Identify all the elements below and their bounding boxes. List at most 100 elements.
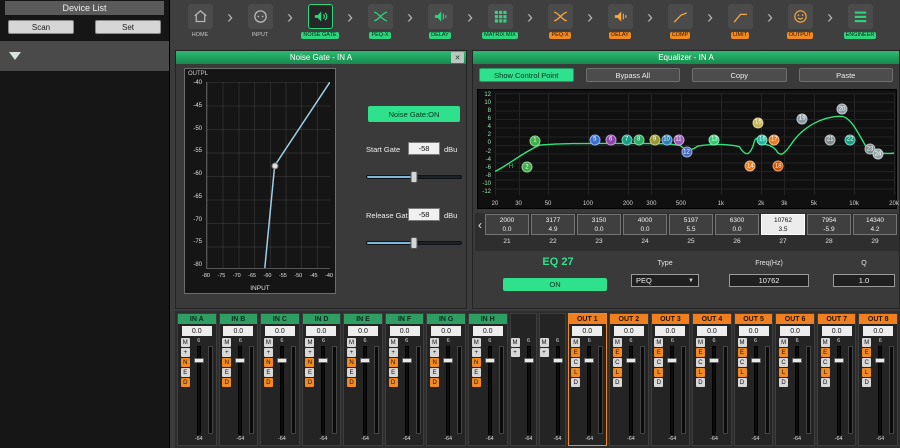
eq-band-box[interactable]: 143404.2 <box>853 214 897 235</box>
band-prev-arrow[interactable]: ‹ <box>475 214 485 235</box>
fader-track[interactable] <box>587 346 591 435</box>
fader-handle[interactable] <box>235 358 245 363</box>
eq-band[interactable]: 7954-5.928 <box>807 214 851 245</box>
channel-btn-e[interactable]: E <box>389 368 398 377</box>
fader-track[interactable] <box>712 346 716 435</box>
channel-btn-m[interactable]: M <box>347 338 356 347</box>
eq-point-12[interactable]: 12 <box>681 147 692 158</box>
channel-gain-value[interactable]: 0.0 <box>348 326 378 336</box>
fader-handle[interactable] <box>443 358 453 363</box>
fader-track[interactable] <box>527 346 531 435</box>
channel-btn-d[interactable]: D <box>264 378 273 387</box>
channel-btn-e[interactable]: E <box>862 348 871 357</box>
channel-label[interactable]: IN D <box>303 314 341 324</box>
fader-track[interactable] <box>754 346 758 435</box>
channel-gain-value[interactable]: 0.0 <box>697 326 727 336</box>
channel-gain-value[interactable]: 0.0 <box>223 326 253 336</box>
channel-btn-n[interactable]: N <box>472 358 481 367</box>
eq-band[interactable]: 31774.922 <box>531 214 575 245</box>
fader-handle[interactable] <box>667 358 677 363</box>
eq-point-17[interactable]: 17 <box>769 134 780 145</box>
eq-point-15[interactable]: 15 <box>753 117 764 128</box>
fader-handle[interactable] <box>194 358 204 363</box>
channel-gain-value[interactable]: 0.0 <box>473 326 503 336</box>
channel-btn-plus[interactable]: + <box>264 348 273 357</box>
channel-btn-m[interactable]: M <box>654 338 663 347</box>
eq-point-19[interactable]: 19 <box>797 113 808 124</box>
channel-btn-plus[interactable]: + <box>305 348 314 357</box>
eq-point-14[interactable]: 14 <box>745 161 756 172</box>
channel-btn-n[interactable]: N <box>430 358 439 367</box>
device-tree-header[interactable] <box>0 41 169 71</box>
fader-handle[interactable] <box>834 358 844 363</box>
eq-band-box[interactable]: 31500.0 <box>577 214 621 235</box>
toolbar-item-input[interactable]: INPUT <box>236 4 284 39</box>
channel-btn-e[interactable]: E <box>430 368 439 377</box>
toolbar-item-delay-output[interactable]: DELAY <box>596 4 644 39</box>
channel-btn-c[interactable]: C <box>779 358 788 367</box>
channel-label[interactable]: IN G <box>427 314 465 324</box>
channel-btn-d[interactable]: D <box>613 378 622 387</box>
fader-track[interactable] <box>795 346 799 435</box>
release-gate-value[interactable]: -58 <box>408 208 440 221</box>
channel-gain-value[interactable]: 0.0 <box>431 326 461 336</box>
eq-point-11[interactable]: 11 <box>673 134 684 145</box>
channel-btn-m[interactable]: M <box>779 338 788 347</box>
channel-label[interactable]: OUT 4 <box>693 314 731 324</box>
fader-handle[interactable] <box>626 358 636 363</box>
fader-handle[interactable] <box>751 358 761 363</box>
gate-knee-marker[interactable] <box>271 162 278 169</box>
fader-track[interactable] <box>363 346 367 435</box>
channel-btn-e[interactable]: E <box>571 348 580 357</box>
copy-button[interactable]: Copy <box>692 68 787 82</box>
channel-label[interactable]: IN C <box>261 314 299 324</box>
eq-q-input[interactable]: 1.0 <box>833 274 895 287</box>
channel-gain-value[interactable]: 0.0 <box>780 326 810 336</box>
eq-point-1[interactable]: 1 <box>529 135 540 146</box>
channel-gain-value[interactable]: 0.0 <box>614 326 644 336</box>
channel-btn-d[interactable]: D <box>347 378 356 387</box>
fader-track[interactable] <box>280 346 284 435</box>
channel-btn-c[interactable]: C <box>821 358 830 367</box>
toolbar-item-output[interactable]: OUTPUT <box>776 4 824 39</box>
channel-label[interactable]: IN B <box>220 314 258 324</box>
channel-btn-m[interactable]: M <box>305 338 314 347</box>
channel-gain-value[interactable]: 0.0 <box>182 326 212 336</box>
channel-btn-m[interactable]: M <box>222 338 231 347</box>
channel-btn-m[interactable]: M <box>472 338 481 347</box>
start-gate-slider[interactable] <box>366 171 462 183</box>
channel-btn-n[interactable]: N <box>305 358 314 367</box>
channel-btn-m[interactable]: M <box>696 338 705 347</box>
eq-point-6[interactable]: 6 <box>605 134 616 145</box>
fader-handle[interactable] <box>584 358 594 363</box>
toolbar-item-peq-x-input[interactable]: PEQ-X <box>356 4 404 39</box>
fader-handle[interactable] <box>277 358 287 363</box>
equalizer-titlebar[interactable]: Equalizer - IN A <box>473 51 899 64</box>
channel-btn-e[interactable]: E <box>181 368 190 377</box>
channel-btn-d[interactable]: D <box>654 378 663 387</box>
channel-btn-e[interactable]: E <box>222 368 231 377</box>
channel-label[interactable]: IN H <box>469 314 507 324</box>
channel-btn-d[interactable]: D <box>181 378 190 387</box>
fader-track[interactable] <box>837 346 841 435</box>
channel-btn-plus[interactable]: + <box>222 348 231 357</box>
channel-btn-plus[interactable]: + <box>389 348 398 357</box>
channel-btn-d[interactable]: D <box>738 378 747 387</box>
paste-button[interactable]: Paste <box>799 68 894 82</box>
toolbar-item-peq-x-output[interactable]: PEQ-X <box>536 4 584 39</box>
toolbar-item-limit[interactable]: LIMIT <box>716 4 764 39</box>
channel-btn-plus[interactable]: + <box>181 348 190 357</box>
channel-label[interactable]: OUT 5 <box>735 314 773 324</box>
channel-btn-n[interactable]: N <box>222 358 231 367</box>
channel-btn-e[interactable]: E <box>472 368 481 377</box>
toolbar-item-matrix-mix[interactable]: MATRIX MIX <box>476 4 524 39</box>
channel-btn-plus[interactable]: + <box>472 348 481 357</box>
channel-btn-c[interactable]: C <box>613 358 622 367</box>
show-control-point-button[interactable]: Show Control Point <box>479 68 574 82</box>
eq-band[interactable]: 107623.527 <box>761 214 805 245</box>
slider-thumb[interactable] <box>411 171 418 183</box>
channel-gain-value[interactable]: 0.0 <box>655 326 685 336</box>
channel-btn-l[interactable]: L <box>821 368 830 377</box>
channel-btn-n[interactable]: N <box>389 358 398 367</box>
channel-btn-m[interactable]: M <box>389 338 398 347</box>
